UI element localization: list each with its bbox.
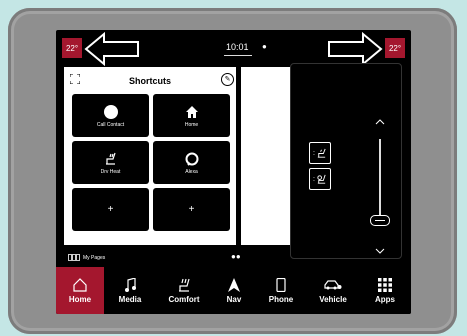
- page-indicator-dots[interactable]: ●●: [231, 252, 241, 261]
- home-icon: [185, 105, 198, 118]
- seat-vent-button[interactable]: :: [309, 142, 331, 164]
- nav-comfort[interactable]: Comfort: [156, 267, 212, 314]
- edit-pencil-icon[interactable]: ✎: [221, 73, 234, 86]
- nav-phone-label: Phone: [268, 295, 294, 304]
- nav-apps-label: Apps: [375, 295, 395, 304]
- right-temp-button[interactable]: 22°: [385, 38, 405, 58]
- pages-icon: [68, 254, 80, 261]
- fan-slider-knob[interactable]: [370, 215, 390, 226]
- seat-climate-popup: : :: [290, 63, 402, 259]
- person-icon: [103, 104, 118, 119]
- chevron-up-icon[interactable]: [375, 119, 385, 125]
- nav-home[interactable]: Home: [56, 267, 104, 314]
- shortcut-call-contact[interactable]: Call Contact: [72, 94, 149, 137]
- shortcut-home[interactable]: Home: [153, 94, 230, 137]
- shortcut-add-2[interactable]: +: [153, 188, 230, 231]
- nav-media[interactable]: Media: [106, 267, 154, 314]
- left-temp-label: 22°: [65, 43, 79, 53]
- vehicle-icon: [324, 280, 342, 290]
- chevron-down-icon[interactable]: [375, 248, 385, 254]
- seat-heat-icon: [105, 152, 116, 165]
- shortcut-label: Home: [184, 121, 199, 128]
- shortcut-label: Alexa: [185, 168, 198, 175]
- shortcut-alexa[interactable]: Alexa: [153, 141, 230, 184]
- seat-heat-level: :: [313, 175, 315, 183]
- nav-home-label: Home: [68, 295, 92, 304]
- my-pages-label: My Pages: [83, 254, 106, 261]
- left-arrow-icon: [84, 32, 139, 66]
- right-arrow-icon: [328, 32, 383, 66]
- shortcut-label: Drv Heat: [100, 168, 121, 175]
- nav-nav-label: Nav: [226, 295, 242, 304]
- shortcut-label: Call Contact: [96, 121, 125, 128]
- alexa-icon: [185, 152, 198, 166]
- nav-media-label: Media: [118, 295, 142, 304]
- seat-vent-icon: [317, 148, 326, 158]
- phone-icon: [276, 278, 286, 292]
- nav-nav[interactable]: Nav: [214, 267, 254, 314]
- nav-vehicle[interactable]: Vehicle: [307, 267, 359, 314]
- right-temp-label: 22°: [388, 43, 402, 53]
- shortcut-add-1[interactable]: +: [72, 188, 149, 231]
- seat-fan-icon: [317, 174, 326, 184]
- nav-comfort-label: Comfort: [168, 295, 200, 304]
- nav-vehicle-label: Vehicle: [319, 295, 347, 304]
- add-icon: +: [188, 204, 195, 215]
- infotainment-screen: 22° 10:01 ● 22° Shortcuts ✎ Call Contact…: [56, 30, 411, 314]
- shortcuts-panel: Shortcuts ✎ Call Contact Home Drv Heat A…: [64, 67, 236, 245]
- seat-vent-level: :: [313, 149, 315, 157]
- seat-heat-button[interactable]: :: [309, 168, 331, 190]
- nav-phone[interactable]: Phone: [257, 267, 305, 314]
- bottom-nav-bar: Home Media Comfort Nav Phone Vehicle App…: [56, 267, 411, 314]
- add-icon: +: [107, 204, 114, 215]
- my-pages-button[interactable]: My Pages: [68, 254, 105, 261]
- microphone-icon: ●: [262, 42, 267, 51]
- comfort-seat-icon: [179, 278, 190, 292]
- music-note-icon: [125, 278, 136, 292]
- clock-underline: [224, 55, 252, 56]
- apps-grid-icon: [378, 278, 392, 292]
- shortcuts-title: Shortcuts: [128, 76, 171, 86]
- fan-slider-track[interactable]: [379, 139, 381, 223]
- left-temp-button[interactable]: 22°: [62, 38, 82, 58]
- home-icon: [73, 278, 87, 292]
- nav-apps[interactable]: Apps: [361, 267, 409, 314]
- clock: 10:01: [226, 42, 249, 52]
- navigation-arrow-icon: [228, 278, 240, 292]
- shortcut-drv-heat[interactable]: Drv Heat: [72, 141, 149, 184]
